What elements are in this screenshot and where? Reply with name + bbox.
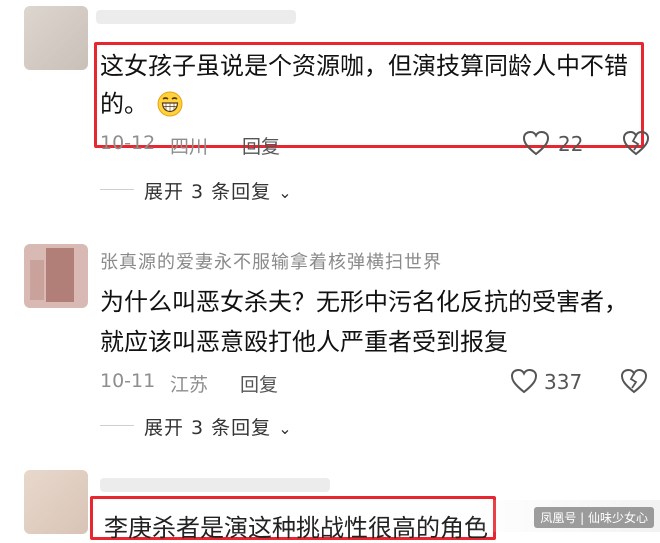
expand-divider [100,425,134,426]
comment-location: 江苏 [170,374,209,396]
comment-location: 四川 [170,136,209,158]
comment-text-line2: 就应该叫恶意殴打他人严重者受到报复 [100,328,508,356]
reply-button[interactable]: 回复 [240,370,278,397]
username-blurred [100,478,330,492]
username[interactable]: 张真源的爱妻永不服输拿着核弹横扫世界 [100,248,442,274]
expand-divider [100,189,134,190]
reply-button[interactable]: 回复 [242,132,280,159]
like-count: 22 [558,132,584,156]
avatar[interactable] [24,470,88,534]
expand-replies-button[interactable]: 展开 3 条回复 ⌄ [144,413,293,440]
comment-date: 10-11 [100,370,156,392]
grinning-face-icon [157,91,183,117]
dislike-icon[interactable] [620,368,648,394]
comment-text: 这女孩子虽说是个资源咖，但演技算同龄人中不错 [100,52,628,80]
expand-replies-label: 展开 3 条回复 [144,417,272,439]
comment-text-end: 的。 [100,90,148,118]
chevron-down-icon: ⌄ [278,183,293,202]
heart-icon[interactable] [522,130,550,156]
comment-date: 10-12 [100,132,156,154]
avatar[interactable] [24,6,88,70]
heart-icon[interactable] [510,368,538,394]
chevron-down-icon: ⌄ [278,419,293,438]
watermark: 凤凰号 | 仙味少女心 [534,507,654,528]
comment-text: 为什么叫恶女杀夫？无形中污名化反抗的受害者， [100,288,628,316]
comment-text: 李庚杀者是演这种挑战性很高的角色 [104,514,488,542]
like-count: 337 [544,370,583,394]
dislike-icon[interactable] [622,130,650,156]
expand-replies-button[interactable]: 展开 3 条回复 ⌄ [144,177,293,204]
expand-replies-label: 展开 3 条回复 [144,181,272,203]
username-blurred [96,10,296,24]
avatar[interactable] [24,244,88,308]
comment-text-line2: 的。 [100,86,184,122]
